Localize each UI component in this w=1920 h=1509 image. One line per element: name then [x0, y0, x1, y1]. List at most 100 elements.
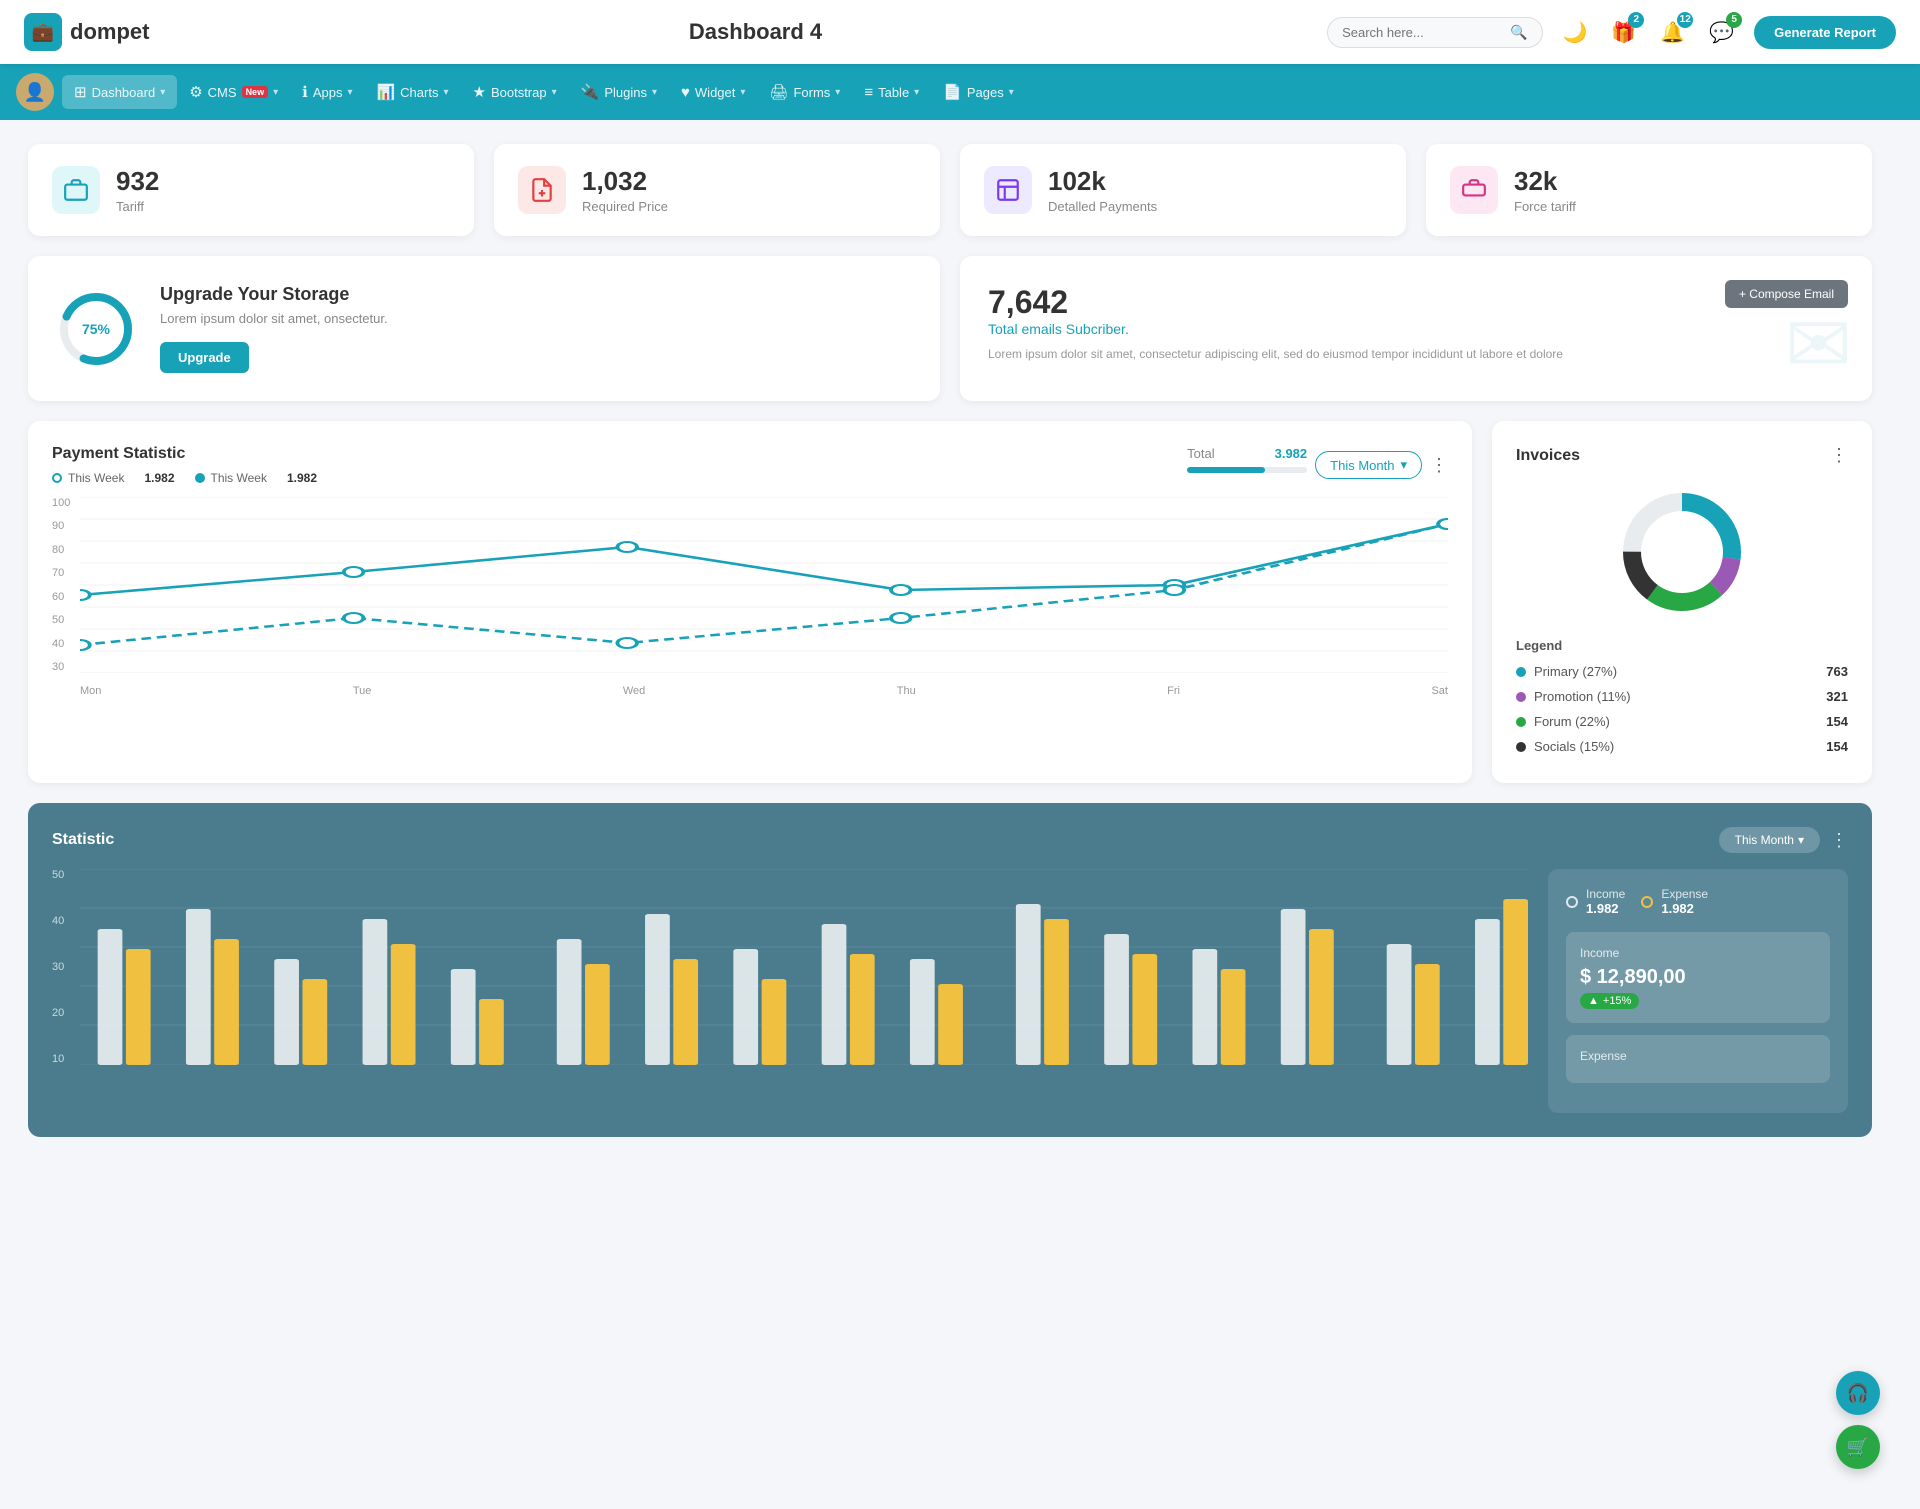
invoices-more-button[interactable]: ⋮: [1830, 445, 1848, 466]
payment-more-button[interactable]: ⋮: [1430, 455, 1448, 476]
nav-item-apps[interactable]: ℹ Apps ▾: [290, 75, 364, 109]
bootstrap-nav-icon: ★: [473, 83, 486, 101]
invoices-donut: [1516, 482, 1848, 622]
gift-icon-btn[interactable]: 🎁 2: [1607, 16, 1640, 49]
week2-value-item: 1.982: [287, 471, 317, 485]
nav-label-forms: Forms: [793, 85, 830, 100]
y-labels: 10090807060504030: [52, 497, 80, 673]
forum-dot: [1516, 717, 1526, 727]
logo: 💼 dompet: [24, 13, 184, 51]
required-price-icon: [518, 166, 566, 214]
statistic-title: Statistic: [52, 831, 114, 849]
storage-percent: 75%: [82, 321, 110, 337]
expense-item: Expense 1.982: [1641, 887, 1708, 916]
nav-avatar: 👤: [16, 73, 54, 111]
stats-row: 932 Tariff 1,032 Required Price: [28, 144, 1872, 236]
primary-dot: [1516, 667, 1526, 677]
legend-title: Legend: [1516, 638, 1848, 653]
moon-toggle[interactable]: 🌙: [1559, 16, 1592, 49]
nav-item-dashboard[interactable]: ⊞ Dashboard ▾: [62, 75, 177, 109]
week1-value-item: 1.982: [144, 471, 174, 485]
header: 💼 dompet Dashboard 4 🔍 🌙 🎁 2 🔔 12 💬 5 Ge…: [0, 0, 1920, 64]
nav-item-widget[interactable]: ♥ Widget ▾: [669, 76, 757, 109]
middle-row: 75% Upgrade Your Storage Lorem ipsum dol…: [28, 256, 1872, 401]
chevron-icon-2: ▾: [273, 87, 278, 98]
nav-label-pages: Pages: [967, 85, 1004, 100]
primary-value: 763: [1826, 664, 1848, 679]
search-input[interactable]: [1342, 25, 1502, 40]
invoice-legend-forum: Forum (22%) 154: [1516, 709, 1848, 734]
main-content: 932 Tariff 1,032 Required Price: [0, 120, 1900, 1161]
detailed-payments-label: Detalled Payments: [1048, 199, 1157, 214]
nav-label-widget: Widget: [695, 85, 735, 100]
expense-box: Expense: [1566, 1035, 1830, 1083]
nav-item-bootstrap[interactable]: ★ Bootstrap ▾: [461, 75, 569, 109]
invoices-card: Invoices ⋮ Legend: [1492, 421, 1872, 783]
income-box-title: Income: [1580, 946, 1816, 960]
primary-label: Primary (27%): [1534, 664, 1617, 679]
nav-bar: 👤 ⊞ Dashboard ▾ ⚙ CMS New ▾ ℹ Apps ▾ 📊 C…: [0, 64, 1920, 120]
x-labels: MonTueWedThuFriSat: [80, 685, 1448, 697]
stat-card-tariff: 932 Tariff: [28, 144, 474, 236]
search-box[interactable]: 🔍: [1327, 17, 1542, 48]
header-right: 🔍 🌙 🎁 2 🔔 12 💬 5 Generate Report: [1327, 16, 1896, 49]
expense-dot: [1641, 896, 1653, 908]
invoice-legend-promotion: Promotion (11%) 321: [1516, 684, 1848, 709]
upgrade-button[interactable]: Upgrade: [160, 342, 249, 373]
bell-icon-btn[interactable]: 🔔 12: [1656, 16, 1689, 49]
promotion-label: Promotion (11%): [1534, 689, 1631, 704]
line-chart-area: 10090807060504030: [52, 497, 1448, 697]
pages-nav-icon: 📄: [943, 83, 962, 101]
storage-desc: Lorem ipsum dolor sit amet, onsectetur.: [160, 311, 388, 326]
bottom-y-labels: 5040302010: [52, 869, 80, 1065]
week1-value: 1.982: [144, 471, 174, 485]
expense-label: Expense: [1661, 887, 1708, 901]
nav-item-charts[interactable]: 📊 Charts ▾: [364, 75, 460, 109]
week2-label: This Week: [211, 471, 267, 485]
week2-dot: [195, 473, 205, 483]
nav-item-forms[interactable]: 🖨 Forms ▾: [757, 75, 852, 109]
chat-icon-btn[interactable]: 💬 5: [1705, 16, 1738, 49]
cms-nav-icon: ⚙: [189, 83, 202, 101]
progress-bar: [1187, 467, 1265, 473]
email-bg-icon: ✉: [1785, 298, 1852, 391]
plugins-nav-icon: 🔌: [581, 83, 600, 101]
generate-report-button[interactable]: Generate Report: [1754, 16, 1896, 49]
chevron-icon-8: ▾: [835, 87, 840, 98]
payment-statistic-title: Payment Statistic: [52, 445, 317, 463]
income-amount: $ 12,890,00: [1580, 966, 1816, 989]
stats-panel: Income 1.982 Expense 1.982 Income $: [1548, 869, 1848, 1113]
storage-card: 75% Upgrade Your Storage Lorem ipsum dol…: [28, 256, 940, 401]
chevron-icon-5: ▾: [552, 87, 557, 98]
nav-item-plugins[interactable]: 🔌 Plugins ▾: [569, 75, 669, 109]
up-icon: ▲: [1588, 995, 1599, 1007]
income-item: Income 1.982: [1566, 887, 1625, 916]
nav-item-cms[interactable]: ⚙ CMS New ▾: [177, 75, 290, 109]
this-month-filter-button[interactable]: This Month ▾: [1315, 451, 1422, 479]
force-tariff-label: Force tariff: [1514, 199, 1576, 214]
nav-label-bootstrap: Bootstrap: [491, 85, 547, 100]
nav-label-charts: Charts: [400, 85, 438, 100]
force-tariff-icon: [1450, 166, 1498, 214]
bottom-controls: This Month ▾ ⋮: [1719, 827, 1848, 853]
invoices-legend: Legend Primary (27%) 763 Promotion (11%)…: [1516, 638, 1848, 759]
statistic-month-button[interactable]: This Month ▾: [1719, 827, 1820, 853]
bar-chart-area: 5040302010: [52, 869, 1528, 1089]
fab-container: 🎧 🛒: [1836, 1371, 1880, 1469]
nav-label-apps: Apps: [313, 85, 343, 100]
fab-headset[interactable]: 🎧: [1836, 1371, 1880, 1415]
required-price-value: 1,032: [582, 166, 668, 197]
dashboard-nav-icon: ⊞: [74, 83, 87, 101]
week2-value: 1.982: [287, 471, 317, 485]
fab-cart[interactable]: 🛒: [1836, 1425, 1880, 1469]
tariff-icon: [52, 166, 100, 214]
statistic-more-button[interactable]: ⋮: [1830, 830, 1848, 851]
logo-text: dompet: [70, 19, 149, 45]
chevron-icon-6: ▾: [652, 87, 657, 98]
legend-item-week2: This Week: [195, 471, 267, 485]
nav-item-pages[interactable]: 📄 Pages ▾: [931, 75, 1026, 109]
email-count: 7,642: [988, 284, 1844, 321]
detailed-payments-icon: [984, 166, 1032, 214]
nav-item-table[interactable]: ≡ Table ▾: [852, 76, 931, 109]
force-tariff-value: 32k: [1514, 166, 1576, 197]
